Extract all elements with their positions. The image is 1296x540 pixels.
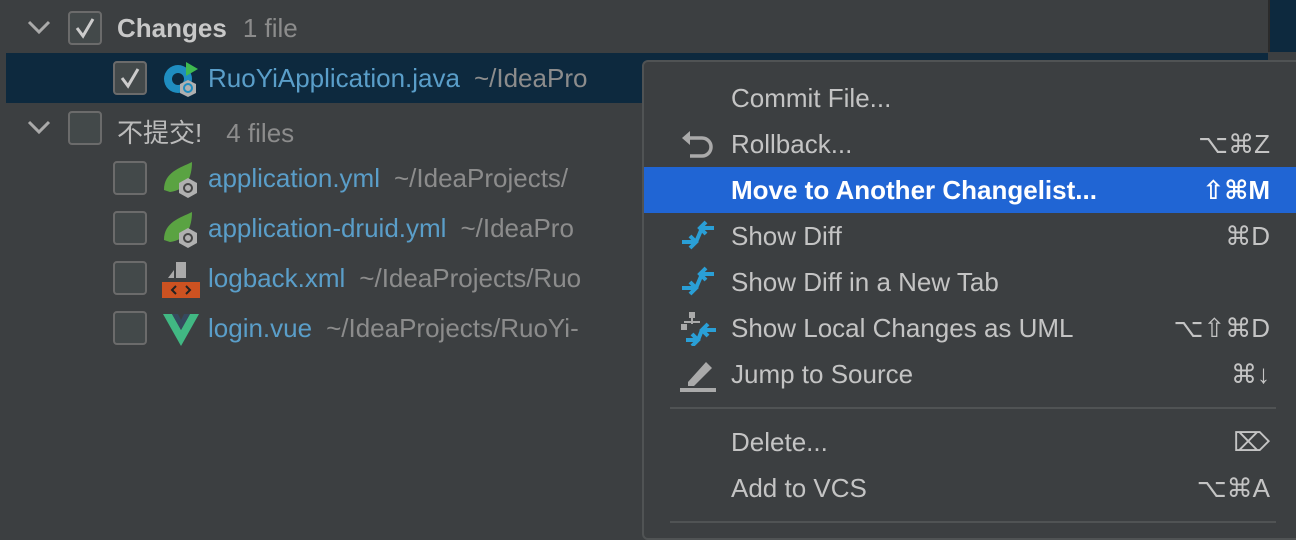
file-path: ~/IdeaProjects/ [393,163,569,193]
menu-shortcut: ⌥⌘Z [1198,128,1270,159]
group-name: 不提交! 4 files [117,113,294,150]
changelist-changes[interactable]: Changes 1 file [6,3,1268,53]
group-label: Changes [117,13,227,43]
file-name: application-druid.yml ~/IdeaPro [208,213,574,244]
menu-label: Move to Another Changelist... [731,174,1097,205]
menu-shortcut: ⌘↓ [1231,358,1270,389]
xml-file-icon [162,262,200,298]
spring-boot-config-icon [164,212,197,248]
spring-boot-java-icon [164,62,198,97]
scroll-strip [1268,0,1296,52]
menu-label: Show Diff in a New Tab [731,266,999,297]
menu-separator [670,407,1276,409]
uml-diff-icon [681,312,716,346]
diff-icon [682,220,714,250]
context-menu: Commit File... Rollback... ⌥⌘Z Move to An… [642,60,1296,540]
menu-label: Show Local Changes as UML [731,312,1074,343]
rollback-icon [682,131,713,158]
menu-shortcut: ⌦ [1233,426,1270,457]
menu-shortcut: ⌥⌘A [1196,472,1270,503]
menu-label: Commit File... [731,82,892,113]
file-name: logback.xml ~/IdeaProjects/Ruo [208,263,581,294]
spring-boot-config-icon [164,162,197,198]
file-label: application.yml [208,163,380,193]
chevron-down-icon[interactable] [26,17,52,37]
menu-item-commit-file[interactable]: Commit File... [644,75,1296,121]
file-name: login.vue ~/IdeaProjects/RuoYi- [208,313,579,344]
menu-item-show-diff[interactable]: Show Diff ⌘D [644,213,1296,259]
menu-label: Add to VCS [731,472,867,503]
checkbox[interactable] [68,11,102,45]
file-label: application-druid.yml [208,213,447,243]
group-label: 不提交! [117,118,203,148]
menu-label: Rollback... [731,128,853,159]
checkbox[interactable] [113,61,147,95]
menu-separator [670,521,1276,523]
diff-icon [682,266,714,296]
menu-item-move-to-changelist[interactable]: Move to Another Changelist... ⇧⌘M [644,167,1296,213]
menu-item-rollback[interactable]: Rollback... ⌥⌘Z [644,121,1296,167]
menu-item-add-to-vcs[interactable]: Add to VCS ⌥⌘A [644,465,1296,511]
file-name: RuoYiApplication.java ~/IdeaPro [208,63,587,94]
file-name: application.yml ~/IdeaProjects/ [208,163,568,194]
menu-item-jump-to-source[interactable]: Jump to Source ⌘↓ [644,351,1296,397]
group-count: 4 files [226,118,295,148]
menu-label: Jump to Source [731,358,914,389]
file-path: ~/IdeaProjects/RuoYi- [326,313,579,343]
group-count: 1 file [242,13,298,43]
checkbox[interactable] [113,211,147,245]
menu-shortcut: ⌘D [1225,220,1270,251]
file-label: login.vue [208,313,313,343]
menu-item-show-uml[interactable]: Show Local Changes as UML ⌥⇧⌘D [644,305,1296,351]
file-path: ~/IdeaPro [460,213,574,243]
checkbox[interactable] [68,111,102,145]
menu-shortcut: ⌥⇧⌘D [1173,312,1270,343]
checkbox[interactable] [113,161,147,195]
menu-label: Show Diff [731,220,842,251]
file-label: logback.xml [208,263,346,293]
file-path: ~/IdeaPro [473,63,588,93]
edit-icon [680,362,716,392]
file-label: RuoYiApplication.java [208,63,460,93]
menu-item-delete[interactable]: Delete... ⌦ [644,419,1296,465]
checkbox[interactable] [113,311,147,345]
file-path: ~/IdeaProjects/Ruo [359,263,582,293]
checkbox[interactable] [113,261,147,295]
menu-shortcut: ⇧⌘M [1202,174,1270,205]
menu-label: Delete... [731,426,828,457]
vue-icon [163,314,199,346]
group-name: Changes 1 file [117,13,298,44]
menu-item-show-diff-new-tab[interactable]: Show Diff in a New Tab [644,259,1296,305]
chevron-down-icon[interactable] [26,117,52,137]
